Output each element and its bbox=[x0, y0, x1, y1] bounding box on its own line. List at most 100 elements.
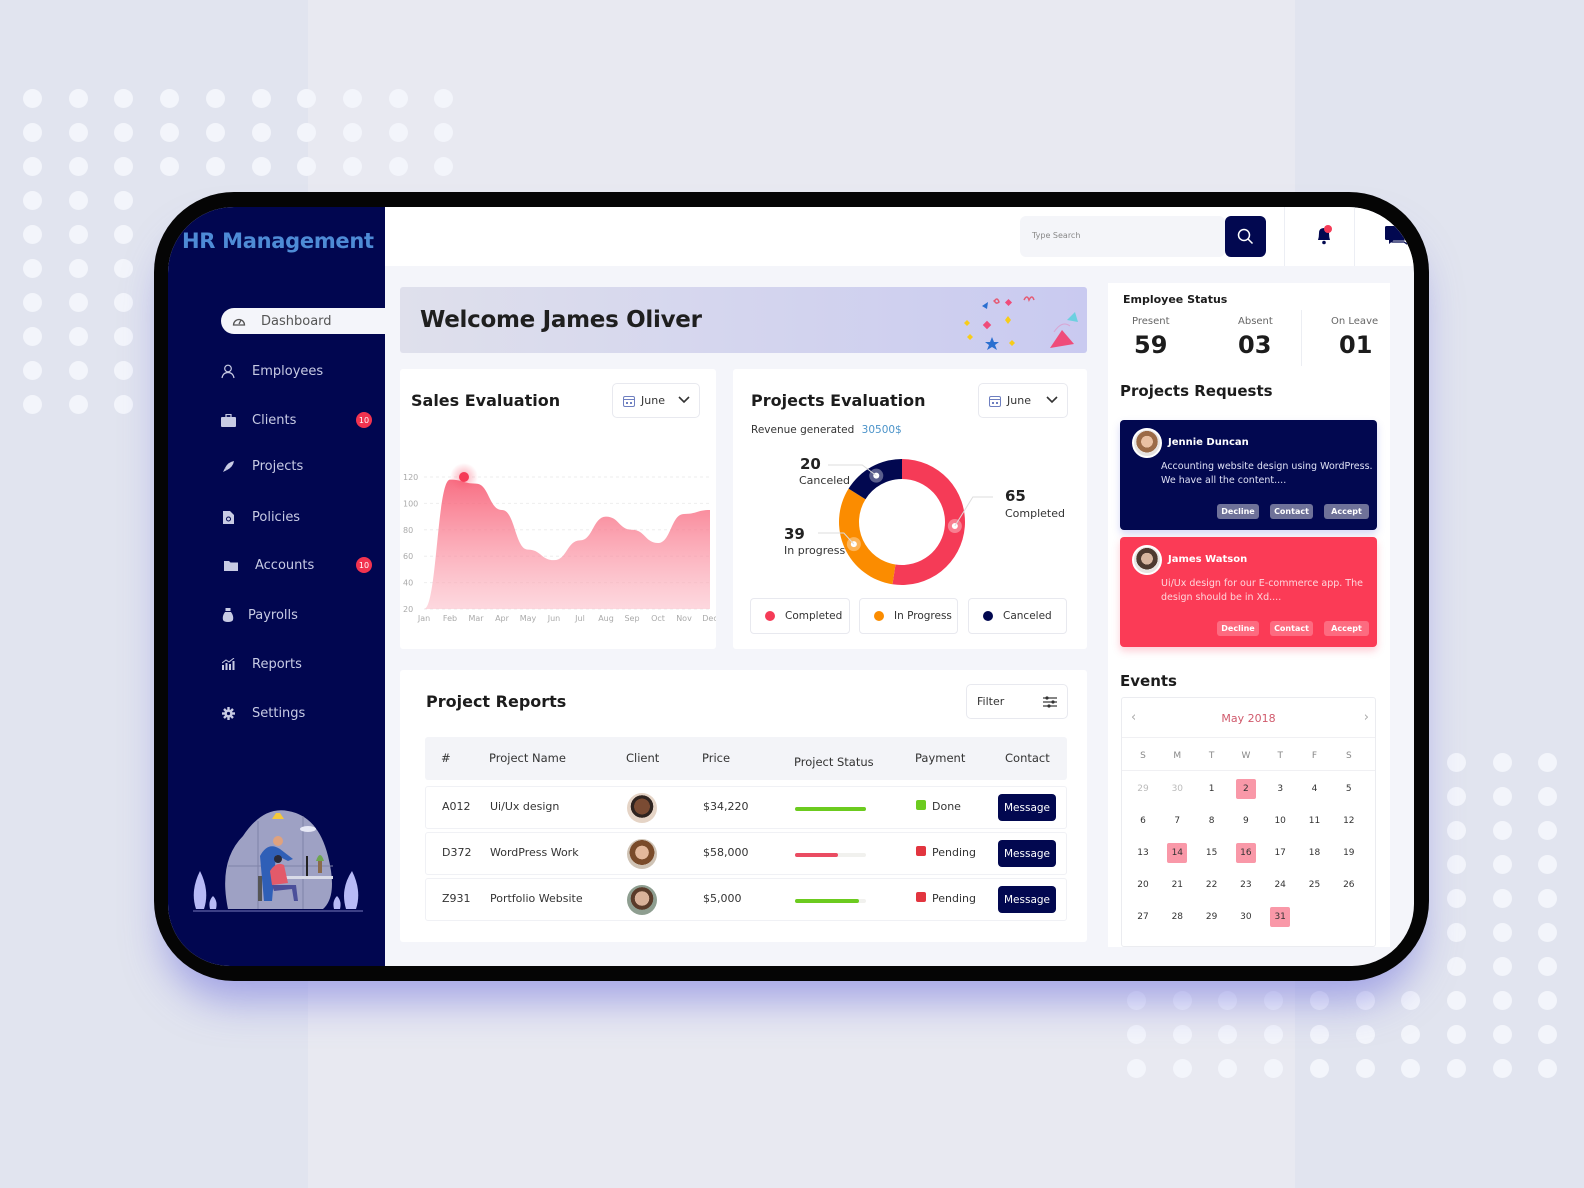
calendar-day[interactable]: 5 bbox=[1339, 779, 1359, 799]
calendar-day[interactable]: 18 bbox=[1305, 843, 1325, 863]
sidebar-item-dashboard[interactable]: Dashboard bbox=[221, 308, 386, 334]
calendar-day[interactable]: 29 bbox=[1133, 779, 1153, 799]
calendar-day[interactable]: 9 bbox=[1236, 811, 1256, 831]
y-tick-label: 60 bbox=[403, 552, 413, 561]
calendar-day[interactable]: 11 bbox=[1305, 811, 1325, 831]
calendar-day[interactable]: 8 bbox=[1202, 811, 1222, 831]
sidebar-item-projects[interactable]: Projects bbox=[220, 453, 385, 479]
accept-button[interactable]: Accept bbox=[1324, 621, 1369, 636]
sidebar-item-settings[interactable]: Settings bbox=[220, 700, 385, 726]
highlight-point[interactable] bbox=[459, 472, 469, 482]
calendar-day[interactable]: 21 bbox=[1167, 875, 1187, 895]
message-button[interactable]: Message bbox=[998, 886, 1056, 913]
requester-avatar bbox=[1132, 545, 1162, 575]
decorative-dot bbox=[1446, 1059, 1466, 1078]
search-button[interactable] bbox=[1225, 216, 1266, 257]
calendar-day[interactable]: 27 bbox=[1133, 907, 1153, 927]
request-description: Accounting website design using WordPres… bbox=[1161, 461, 1373, 486]
legend-completed[interactable]: Completed bbox=[750, 598, 850, 634]
sidebar-item-employees[interactable]: Employees bbox=[220, 358, 385, 384]
progress-fill bbox=[795, 899, 859, 903]
calendar-event-day[interactable]: 14 bbox=[1167, 843, 1188, 863]
confetti-icon bbox=[964, 296, 1078, 350]
on-leave-value: 01 bbox=[1339, 331, 1373, 359]
client-avatar bbox=[627, 793, 657, 823]
message-button[interactable]: Message bbox=[998, 794, 1056, 821]
sidebar-item-reports[interactable]: Reports bbox=[220, 651, 385, 677]
document-icon bbox=[220, 510, 236, 524]
calendar-day[interactable]: 30 bbox=[1236, 907, 1256, 927]
sidebar-item-clients[interactable]: Clients 10 bbox=[220, 407, 385, 433]
decorative-dot bbox=[251, 89, 271, 108]
decorative-dot bbox=[1172, 991, 1192, 1010]
decorative-dot bbox=[68, 89, 88, 108]
table-row: Z931 Portfolio Website $5,000 Pending Messag… bbox=[425, 878, 1067, 921]
decorative-dot bbox=[1172, 1059, 1192, 1078]
calendar-day[interactable]: 26 bbox=[1339, 875, 1359, 895]
calendar-day[interactable]: 15 bbox=[1202, 843, 1222, 863]
sidebar-item-policies[interactable]: Policies bbox=[220, 504, 385, 530]
calendar-day[interactable]: 3 bbox=[1270, 779, 1290, 799]
contact-button[interactable]: Contact bbox=[1270, 621, 1313, 636]
project-id: D372 bbox=[442, 846, 472, 859]
decline-button[interactable]: Decline bbox=[1217, 621, 1259, 636]
decorative-dot bbox=[1355, 1059, 1375, 1078]
contact-button[interactable]: Contact bbox=[1270, 504, 1313, 519]
calendar-event-day[interactable]: 31 bbox=[1270, 907, 1291, 927]
decorative-dot bbox=[1492, 889, 1512, 908]
messages-button[interactable] bbox=[1385, 225, 1408, 251]
sidebar-item-label: Policies bbox=[252, 509, 301, 525]
calendar-day[interactable]: 24 bbox=[1270, 875, 1290, 895]
legend-dot bbox=[874, 611, 884, 621]
calendar-day[interactable]: 17 bbox=[1270, 843, 1290, 863]
notifications-button[interactable] bbox=[1315, 225, 1333, 249]
present-value: 59 bbox=[1134, 331, 1168, 359]
calendar-day[interactable]: 29 bbox=[1202, 907, 1222, 927]
decorative-dot bbox=[205, 123, 225, 142]
x-tick-label: Aug bbox=[598, 614, 614, 623]
decline-button[interactable]: Decline bbox=[1217, 504, 1259, 519]
completed-label: Completed bbox=[1005, 507, 1065, 520]
calendar-day[interactable]: 6 bbox=[1133, 811, 1153, 831]
decorative-dot bbox=[68, 157, 88, 176]
sidebar-item-label: Settings bbox=[252, 705, 306, 721]
calendar-event-day[interactable]: 2 bbox=[1235, 779, 1256, 799]
sidebar: HR Management Dashboard Employees Client… bbox=[168, 207, 386, 966]
project-id: A012 bbox=[442, 800, 471, 813]
accounts-count-badge: 10 bbox=[356, 557, 372, 573]
decorative-dot bbox=[23, 123, 42, 142]
calendar-day[interactable]: 1 bbox=[1202, 779, 1222, 799]
calendar-day[interactable]: 7 bbox=[1167, 811, 1187, 831]
filter-button[interactable]: Filter bbox=[966, 684, 1068, 719]
calendar-day[interactable]: 23 bbox=[1236, 875, 1256, 895]
sidebar-item-accounts[interactable]: Accounts 10 bbox=[220, 552, 385, 578]
top-bar: Type Search James Oliver bbox=[385, 207, 1414, 266]
decorative-dot bbox=[1492, 821, 1512, 840]
in-progress-label: In progress bbox=[784, 544, 846, 557]
calendar-day[interactable]: 19 bbox=[1339, 843, 1359, 863]
legend-canceled[interactable]: Canceled bbox=[968, 598, 1067, 634]
column-header: Project Name bbox=[489, 751, 566, 765]
calendar-day[interactable]: 28 bbox=[1167, 907, 1187, 927]
calendar-day[interactable]: 30 bbox=[1167, 779, 1187, 799]
sidebar-item-payrolls[interactable]: Payrolls bbox=[220, 602, 385, 628]
accept-button[interactable]: Accept bbox=[1324, 504, 1369, 519]
calendar-next-button[interactable]: › bbox=[1364, 710, 1369, 725]
column-header: Payment bbox=[915, 751, 966, 765]
calendar-day[interactable]: 12 bbox=[1339, 811, 1359, 831]
calendar-day[interactable]: 4 bbox=[1305, 779, 1325, 799]
search-input[interactable]: Type Search bbox=[1020, 216, 1225, 257]
calendar-day[interactable]: 22 bbox=[1202, 875, 1222, 895]
calendar-header: ‹ May 2018 › bbox=[1122, 698, 1375, 738]
calendar-day[interactable]: 13 bbox=[1133, 843, 1153, 863]
message-button[interactable]: Message bbox=[998, 840, 1056, 867]
welcome-banner: Welcome James Oliver bbox=[400, 287, 1087, 353]
calendar-day[interactable]: 25 bbox=[1305, 875, 1325, 895]
legend-in-progress[interactable]: In Progress bbox=[859, 598, 958, 634]
decorative-dot bbox=[342, 123, 362, 142]
decorative-dot bbox=[205, 157, 225, 176]
calendar-event-day[interactable]: 16 bbox=[1235, 843, 1256, 863]
calendar-day[interactable]: 20 bbox=[1133, 875, 1153, 895]
calendar-day[interactable]: 10 bbox=[1270, 811, 1290, 831]
absent-label: Absent bbox=[1238, 316, 1273, 327]
